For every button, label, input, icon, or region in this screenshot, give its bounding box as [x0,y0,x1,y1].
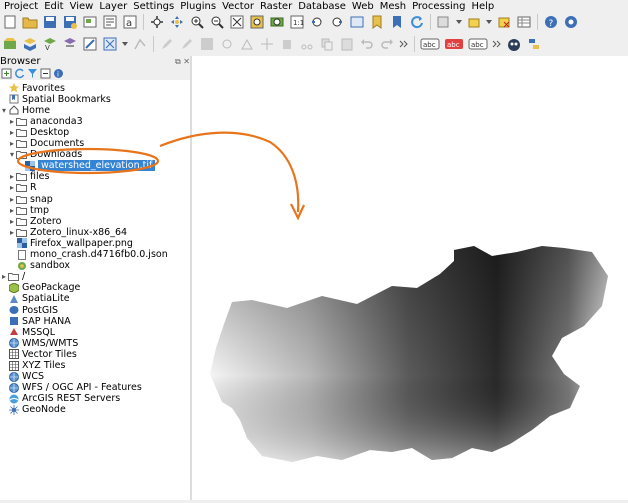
annotation-overlay [16,131,305,221]
annotation-circle [16,147,160,175]
annotation-arrow [159,131,300,213]
